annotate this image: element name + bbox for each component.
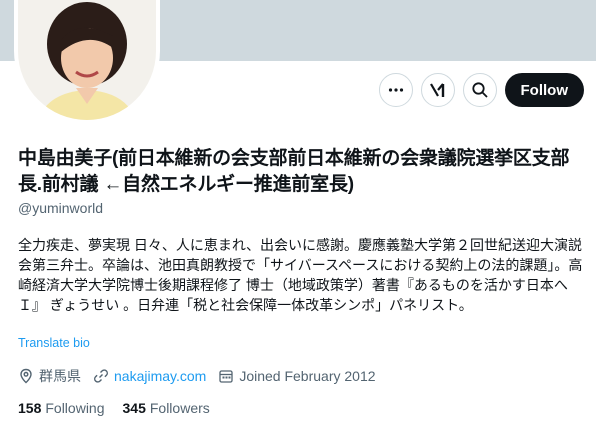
website-link[interactable]: nakajimay.com — [114, 368, 206, 384]
username-handle: @yuminworld — [18, 200, 104, 216]
link-icon — [94, 369, 108, 383]
website-item: nakajimay.com — [93, 368, 206, 384]
location-item: 群馬県 — [18, 366, 81, 386]
calendar-icon — [219, 370, 233, 383]
display-name: 中島由美子(前日本維新の会支部前日本維新の会衆議院選挙区支部長.前村議 ←自然エ… — [18, 148, 570, 195]
bio-text: 全力疾走、夢実現 日々、人に恵まれ、出会いに感謝。慶應義塾大学第２回世紀送迎大演… — [18, 237, 583, 313]
following-count: 158 — [18, 400, 42, 416]
more-horizontal-icon — [388, 88, 403, 92]
search-icon — [471, 82, 488, 98]
more-button[interactable] — [378, 73, 413, 107]
location-text: 群馬県 — [39, 368, 81, 384]
profile-actions: Follow — [378, 73, 584, 107]
joined-date: Joined February 2012 — [239, 368, 376, 384]
location-pin-icon — [20, 368, 32, 384]
follow-button[interactable]: Follow — [504, 73, 584, 107]
grok-icon — [429, 83, 444, 97]
follow-stats: 158 Following 345 Followers — [18, 400, 228, 416]
followers-link[interactable]: 345 Followers — [123, 400, 210, 416]
profile-meta: 群馬県 nakajimay.com Joined February 2012 — [18, 366, 388, 386]
translate-bio-link[interactable]: Translate bio — [18, 336, 90, 350]
joined-item: Joined February 2012 — [218, 368, 376, 384]
search-button[interactable] — [462, 73, 497, 107]
following-label: Following — [45, 400, 105, 416]
avatar-image — [18, 0, 156, 120]
followers-count: 345 — [122, 400, 146, 416]
following-link[interactable]: 158 Following — [18, 400, 105, 416]
avatar[interactable] — [18, 0, 156, 120]
grok-button[interactable] — [420, 73, 455, 107]
followers-label: Followers — [149, 400, 210, 416]
